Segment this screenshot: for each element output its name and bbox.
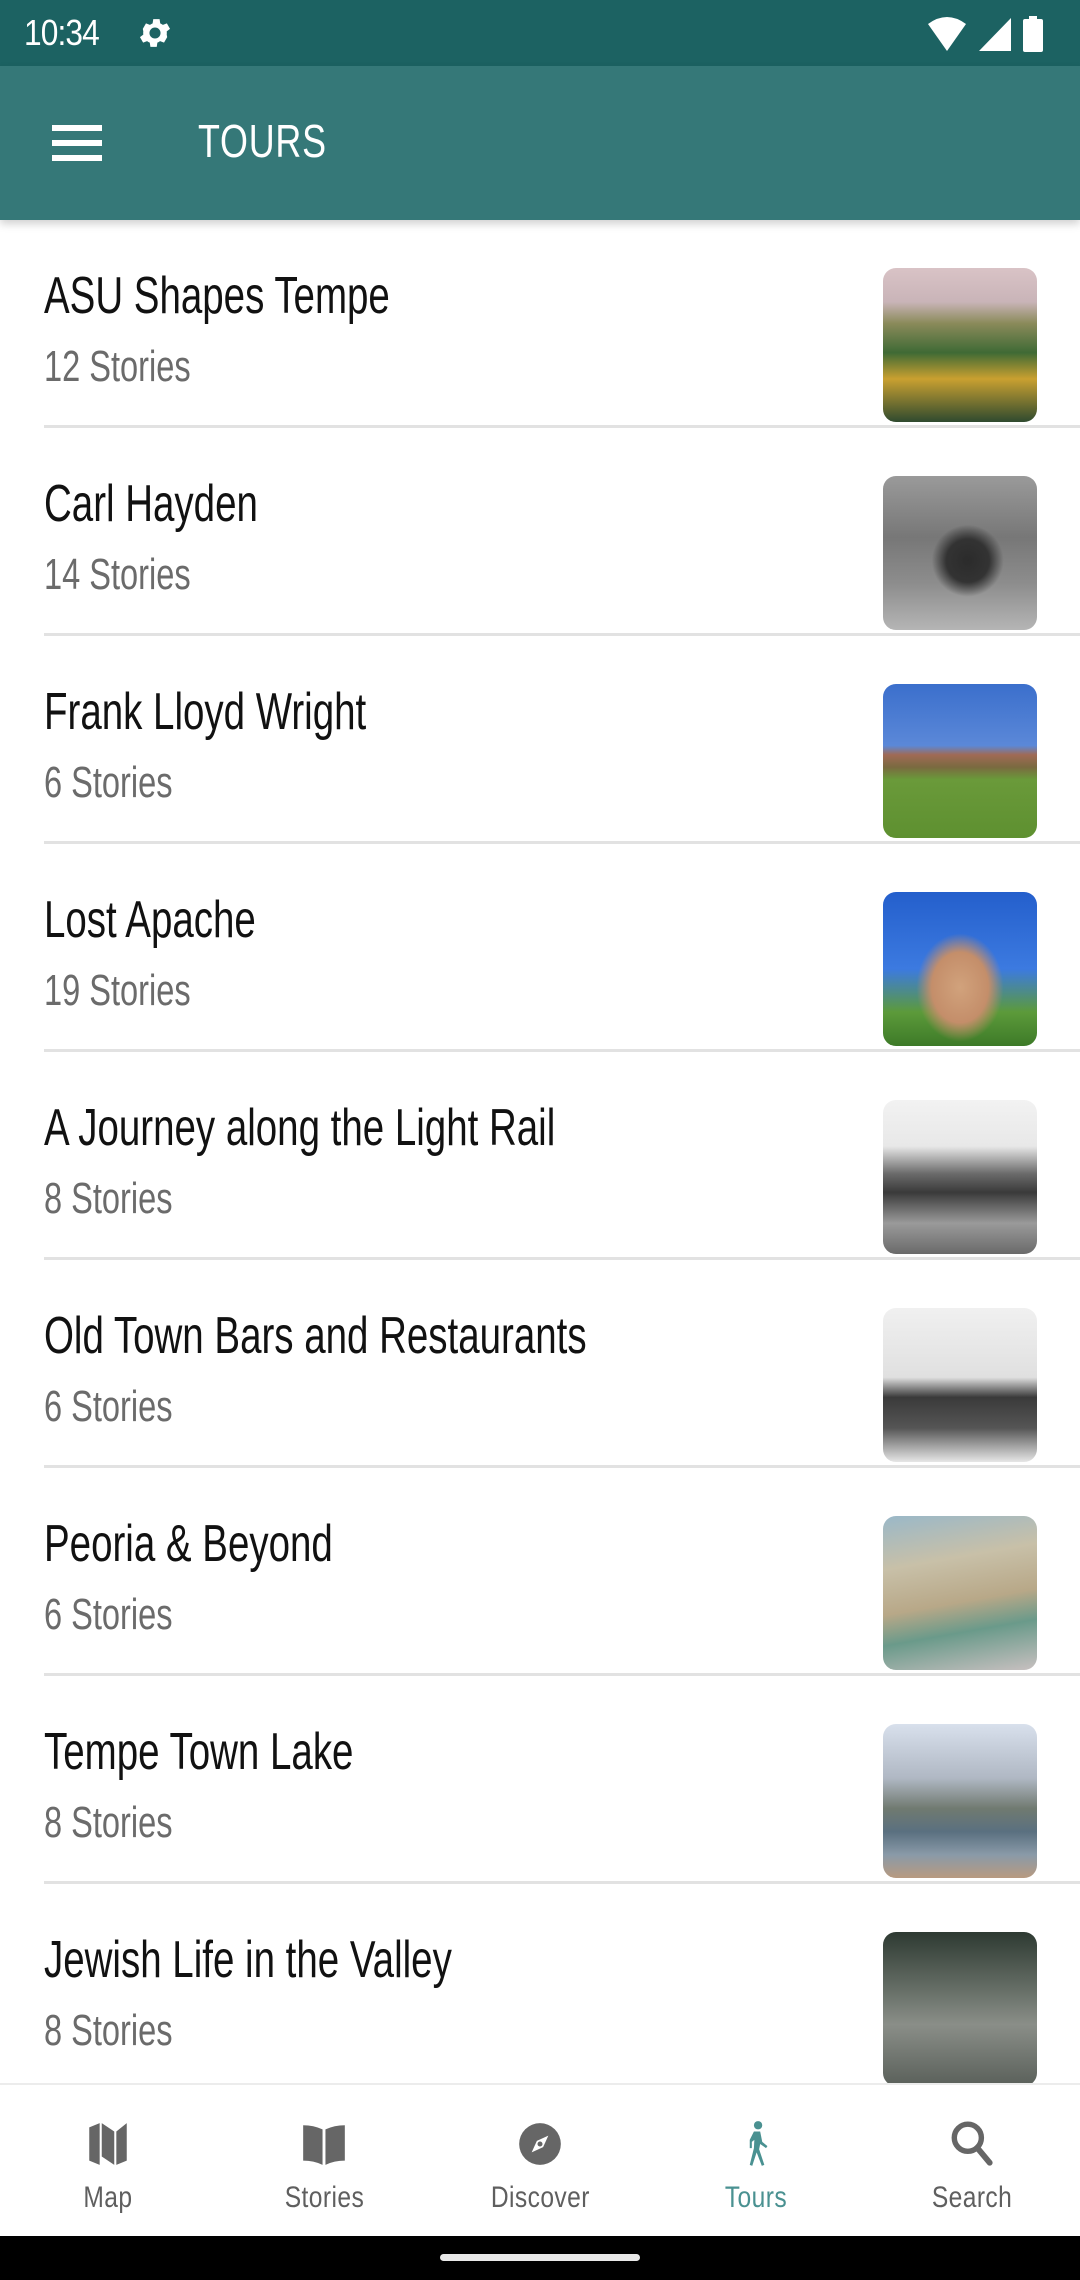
nav-item-search[interactable]: Search	[864, 2085, 1080, 2236]
tour-story-count: 6 Stories	[44, 1590, 173, 1639]
home-indicator[interactable]	[440, 2254, 640, 2261]
map-icon	[89, 2123, 127, 2165]
tour-title: Carl Hayden	[44, 475, 258, 533]
battery-icon	[1023, 16, 1043, 52]
wifi-icon	[928, 17, 966, 51]
nav-label: Search	[931, 2181, 1013, 2214]
tour-item[interactable]: ASU Shapes Tempe 12 Stories	[0, 220, 1080, 428]
app-bar: TOURS	[0, 66, 1080, 220]
bottom-nav: Map Stories Discover Tours Search	[0, 2083, 1080, 2236]
signal-icon	[979, 18, 1011, 51]
book-icon	[303, 2125, 345, 2165]
tour-item[interactable]: Lost Apache 19 Stories	[0, 844, 1080, 1052]
tour-item[interactable]: Carl Hayden 14 Stories	[0, 428, 1080, 636]
page-title: TOURS	[198, 115, 327, 167]
search-icon	[951, 2121, 993, 2166]
tour-story-count: 14 Stories	[44, 550, 191, 599]
tour-thumbnail	[883, 1516, 1037, 1670]
nav-item-stories[interactable]: Stories	[216, 2085, 432, 2236]
tour-item[interactable]: Peoria & Beyond 6 Stories	[0, 1468, 1080, 1676]
tour-title: Jewish Life in the Valley	[44, 1931, 452, 1989]
tour-title: A Journey along the Light Rail	[44, 1099, 556, 1157]
walking-person-icon	[749, 2121, 768, 2166]
nav-item-map[interactable]: Map	[0, 2085, 216, 2236]
tour-story-count: 8 Stories	[44, 2006, 173, 2055]
status-bar: 10:34	[0, 0, 1080, 66]
tour-thumbnail	[883, 476, 1037, 630]
nav-label: Discover	[490, 2181, 590, 2214]
tour-thumbnail	[883, 268, 1037, 422]
tour-item[interactable]: Frank Lloyd Wright 6 Stories	[0, 636, 1080, 844]
tour-thumbnail	[883, 1932, 1037, 2083]
tour-item[interactable]: Old Town Bars and Restaurants 6 Stories	[0, 1260, 1080, 1468]
tour-thumbnail	[883, 1100, 1037, 1254]
tour-title: Tempe Town Lake	[44, 1723, 354, 1781]
tour-title: Frank Lloyd Wright	[44, 683, 367, 741]
nav-label: Stories	[284, 2181, 364, 2214]
tour-thumbnail	[883, 684, 1037, 838]
tour-item[interactable]: A Journey along the Light Rail 8 Stories	[0, 1052, 1080, 1260]
tour-story-count: 8 Stories	[44, 1174, 173, 1223]
tour-thumbnail	[883, 1724, 1037, 1878]
hamburger-menu-icon[interactable]	[36, 108, 116, 178]
tour-list[interactable]: ASU Shapes Tempe 12 Stories Carl Hayden …	[0, 220, 1080, 2083]
tour-story-count: 6 Stories	[44, 758, 173, 807]
gear-icon	[139, 19, 171, 47]
nav-label: Map	[83, 2181, 133, 2214]
tour-story-count: 12 Stories	[44, 342, 191, 391]
nav-item-tours[interactable]: Tours	[648, 2085, 864, 2236]
tour-title: ASU Shapes Tempe	[44, 267, 390, 325]
tour-story-count: 8 Stories	[44, 1798, 173, 1847]
tour-title: Lost Apache	[44, 891, 256, 949]
tour-title: Peoria & Beyond	[44, 1515, 333, 1573]
compass-icon	[519, 2123, 561, 2165]
nav-label: Tours	[724, 2181, 788, 2214]
tour-thumbnail	[883, 1308, 1037, 1462]
tour-item[interactable]: Jewish Life in the Valley 8 Stories	[0, 1884, 1080, 2083]
nav-item-discover[interactable]: Discover	[432, 2085, 648, 2236]
tour-item[interactable]: Tempe Town Lake 8 Stories	[0, 1676, 1080, 1884]
tour-title: Old Town Bars and Restaurants	[44, 1307, 587, 1365]
tour-thumbnail	[883, 892, 1037, 1046]
status-time: 10:34	[24, 12, 100, 53]
tour-story-count: 6 Stories	[44, 1382, 173, 1431]
system-nav-bar	[0, 2236, 1080, 2280]
tour-story-count: 19 Stories	[44, 966, 191, 1015]
